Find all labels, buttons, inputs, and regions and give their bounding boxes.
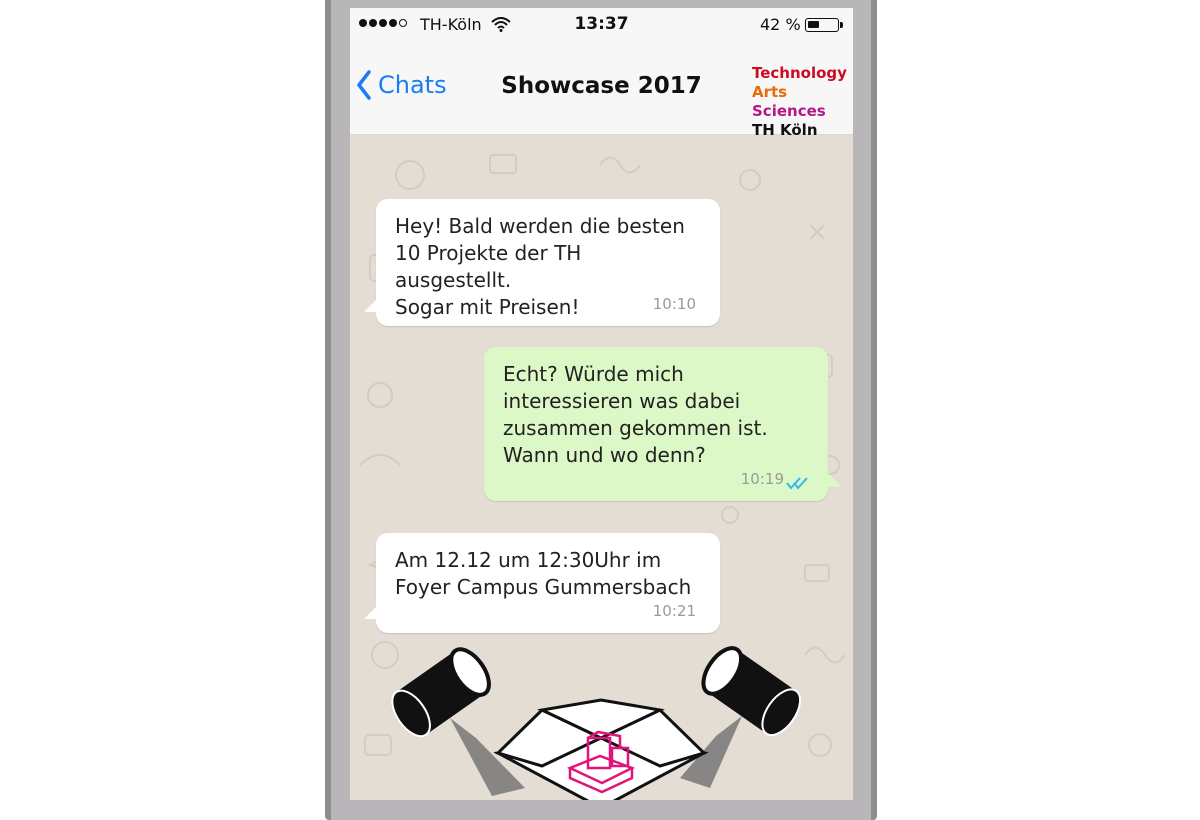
bubble-tail: [828, 473, 842, 487]
logo-word-sciences: Sciences: [752, 102, 826, 120]
message-bubble-outgoing[interactable]: Echt? Würde mich interessieren was dabei…: [484, 347, 828, 501]
message-text: Echt? Würde mich interessieren was dabei…: [503, 362, 768, 467]
battery-level: [808, 21, 819, 28]
message-time: 10:19: [740, 470, 784, 488]
th-koeln-logo: Technology Arts Sciences TH Köln: [752, 64, 853, 140]
battery-nub: [840, 22, 843, 28]
logo-word-arts: Arts: [752, 83, 788, 101]
message-text: Am 12.12 um 12:30Uhr im Foyer Campus Gum…: [395, 548, 692, 599]
status-bar: TH-Köln 13:37 42 %: [350, 8, 853, 42]
message-bubble-incoming[interactable]: Hey! Bald werden die besten 10 Projekte …: [376, 199, 720, 326]
nav-bar: Chats Showcase 2017 Technology Arts Scie…: [350, 42, 853, 139]
message-time: 10:10: [652, 295, 696, 313]
phone-screen: TH-Köln 13:37 42 % Chats Showcase 2017 T…: [350, 8, 853, 800]
bubble-tail: [364, 605, 378, 619]
spotlights-exhibition-icon: [391, 646, 802, 800]
battery-icon: [805, 18, 839, 32]
message-time: 10:21: [652, 602, 696, 620]
logo-line-technology: Technology: [752, 64, 847, 82]
double-check-icon: [786, 477, 808, 490]
message-bubble-incoming[interactable]: Am 12.12 um 12:30Uhr im Foyer Campus Gum…: [376, 533, 720, 633]
bubble-tail: [364, 298, 378, 312]
battery-percent: 42 %: [760, 15, 801, 34]
